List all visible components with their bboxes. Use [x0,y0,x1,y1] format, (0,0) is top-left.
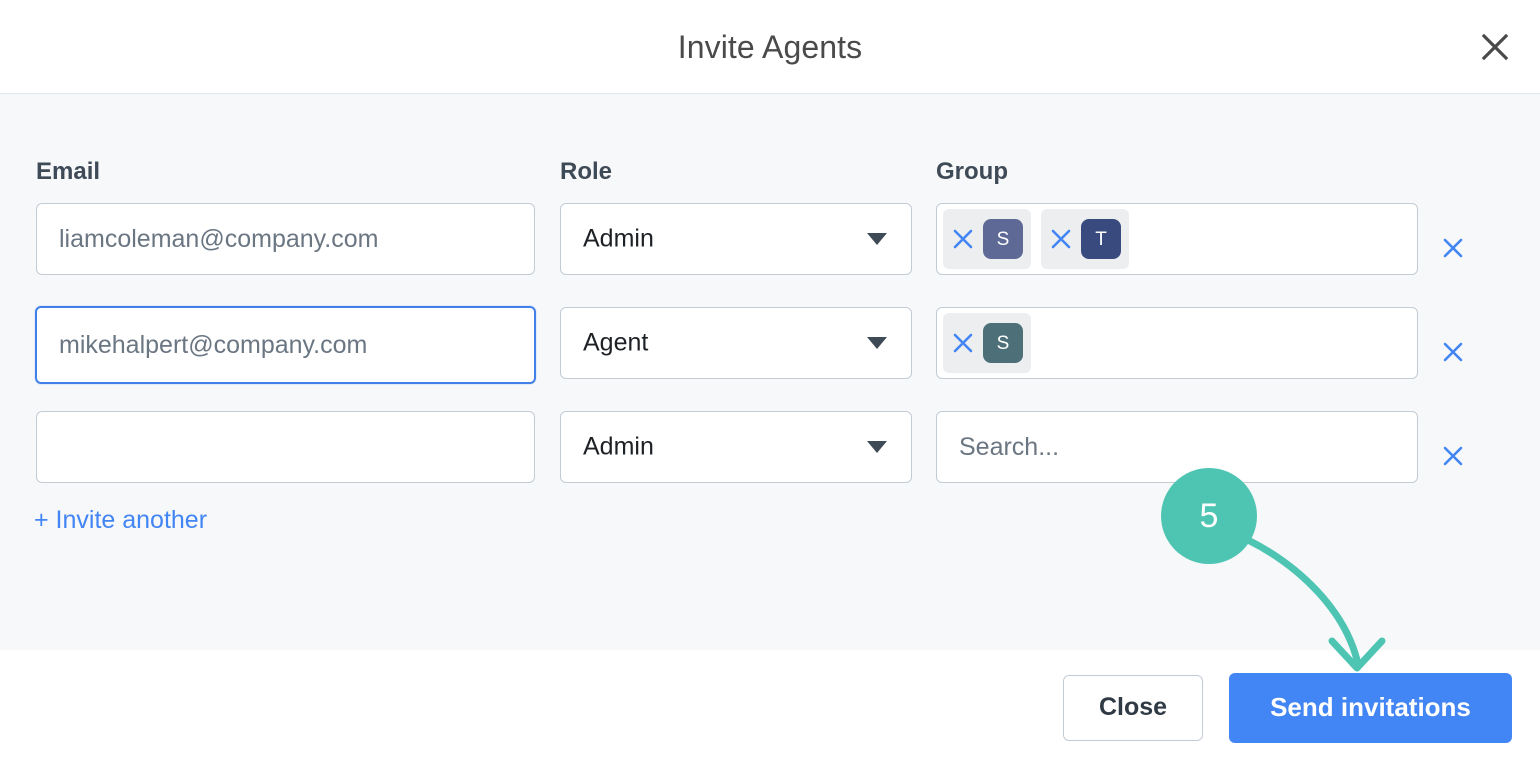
chevron-down-icon [867,337,887,349]
remove-row-icon-glyph [1443,446,1463,466]
invite-rows-list: AdminSTAgentSAdmin [0,203,1540,515]
group-multiselect[interactable] [936,411,1418,483]
close-icon-glyph [1481,33,1509,60]
role-select[interactable]: Admin [560,203,912,275]
role-select[interactable]: Admin [560,411,912,483]
email-field[interactable] [35,306,536,384]
avatar: T [1081,219,1121,259]
page-title: Invite Agents [677,28,863,65]
dialog-footer: Close Send invitations [0,650,1540,765]
invite-row: Admin [0,411,1540,515]
avatar: S [983,219,1023,259]
chevron-down-icon [867,233,887,245]
group-search-input[interactable] [1041,308,1411,378]
column-header-role: Role [560,158,613,185]
chip-remove-icon-glyph [953,333,973,353]
invite-agents-dialog: Invite Agents Email Role Group AdminSTAg… [0,0,1540,765]
group-search-input[interactable] [943,412,1411,482]
chip-remove-icon-glyph [953,229,973,249]
dialog-header: Invite Agents [0,0,1540,94]
invite-row: Agent S [0,306,1540,411]
chip-remove-icon-glyph [1051,229,1071,249]
role-select-value: Agent [583,328,649,357]
remove-row-icon[interactable] [1438,441,1468,471]
remove-row-icon-glyph [1443,342,1463,362]
group-chip: S [943,209,1031,269]
chip-remove-icon[interactable] [1047,225,1075,253]
group-chip: T [1041,209,1129,269]
group-search-input[interactable] [1139,204,1411,274]
remove-row-icon-glyph [1443,238,1463,258]
role-select-value: Admin [583,432,654,461]
avatar-letter: T [1095,228,1107,250]
role-select-value: Admin [583,224,654,253]
chip-remove-icon[interactable] [949,225,977,253]
group-multiselect[interactable]: ST [936,203,1418,275]
avatar-letter: S [996,228,1010,250]
remove-row-icon[interactable] [1438,337,1468,367]
email-field[interactable] [36,411,535,483]
send-invitations-button[interactable]: Send invitations [1229,672,1512,743]
avatar: S [983,323,1023,363]
remove-row-icon[interactable] [1438,233,1468,263]
avatar-letter: S [996,332,1010,354]
dialog-body: Email Role Group AdminSTAgentSAdmin + In… [0,94,1540,650]
chip-remove-icon[interactable] [949,329,977,357]
invite-another-link[interactable]: + Invite another [34,508,207,533]
close-icon[interactable] [1472,24,1518,70]
column-header-group: Group [936,158,1008,185]
group-multiselect[interactable]: S [936,307,1418,379]
close-button[interactable]: Close [1063,674,1203,741]
group-chip: S [943,313,1031,373]
column-headers: Email Role Group [0,158,1540,186]
invite-row: AdminST [0,203,1540,307]
chevron-down-icon [867,441,887,453]
role-select[interactable]: Agent [560,307,912,379]
email-field[interactable] [36,203,535,275]
column-header-email: Email [36,158,101,185]
